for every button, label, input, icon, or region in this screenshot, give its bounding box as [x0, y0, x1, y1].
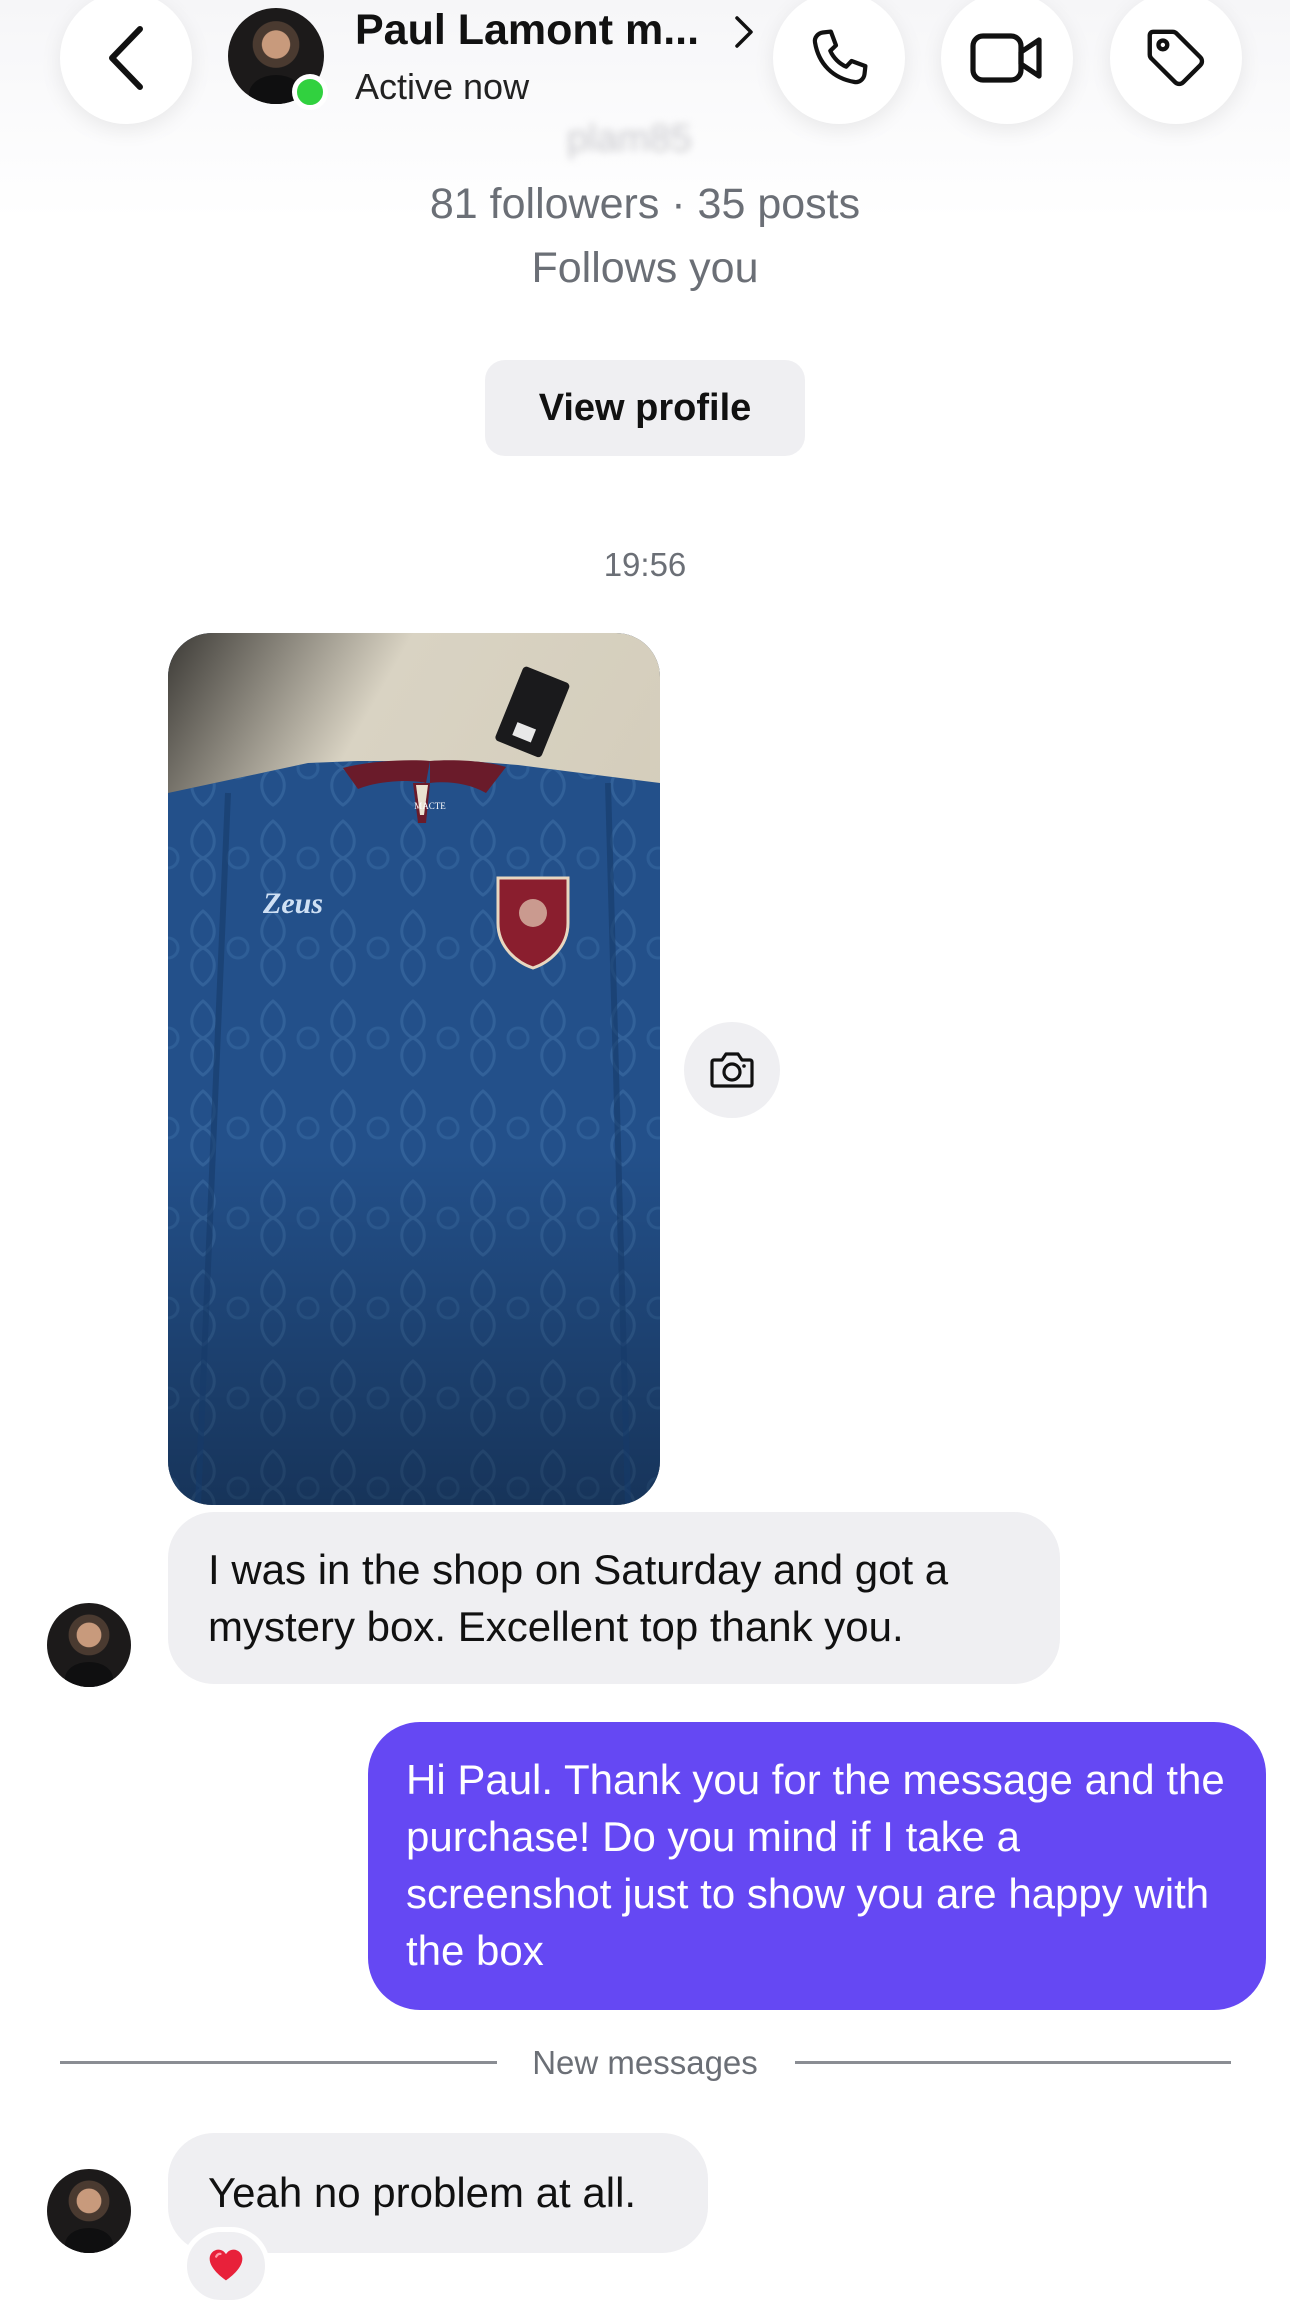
- back-chevron-icon: [109, 26, 143, 90]
- view-profile-button[interactable]: View profile: [485, 360, 805, 456]
- phone-icon: [812, 29, 868, 85]
- photo-message[interactable]: MACTE Zeus: [168, 633, 660, 1505]
- contact-avatar-small[interactable]: [47, 1603, 131, 1687]
- incoming-message-bubble[interactable]: I was in the shop on Saturday and got a …: [168, 1512, 1060, 1684]
- contact-avatar-small[interactable]: [47, 2169, 131, 2253]
- video-camera-icon: [970, 33, 1042, 83]
- outgoing-message-bubble[interactable]: Hi Paul. Thank you for the message and t…: [368, 1722, 1266, 2010]
- back-button[interactable]: [60, 0, 192, 124]
- camera-reply-button[interactable]: [684, 1022, 780, 1118]
- active-status: Active now: [355, 66, 530, 107]
- followers-posts-count: 81 followers · 35 posts: [429, 180, 861, 228]
- dm-thread-screen: Paul Lamont m... Active now plam85 81 fo…: [0, 0, 1290, 2320]
- audio-call-button[interactable]: [773, 0, 905, 124]
- contact-name[interactable]: Paul Lamont m...: [355, 6, 699, 55]
- heart-reaction[interactable]: [182, 2227, 270, 2305]
- chevron-right-icon[interactable]: [733, 14, 755, 50]
- divider-line-right: [795, 2061, 1231, 2064]
- tag-button[interactable]: [1110, 0, 1242, 124]
- tag-icon: [1147, 29, 1205, 87]
- online-indicator: [292, 74, 328, 110]
- username-handle: plam85: [567, 118, 692, 160]
- svg-text:Zeus: Zeus: [262, 887, 323, 920]
- shirt-photo-image: MACTE Zeus: [168, 633, 660, 1505]
- follows-you-label: Follows you: [531, 244, 759, 292]
- video-call-button[interactable]: [941, 0, 1073, 124]
- heart-icon: [206, 2246, 246, 2287]
- svg-text:MACTE: MACTE: [414, 801, 446, 811]
- message-timestamp: 19:56: [603, 546, 687, 583]
- camera-icon: [710, 1052, 754, 1088]
